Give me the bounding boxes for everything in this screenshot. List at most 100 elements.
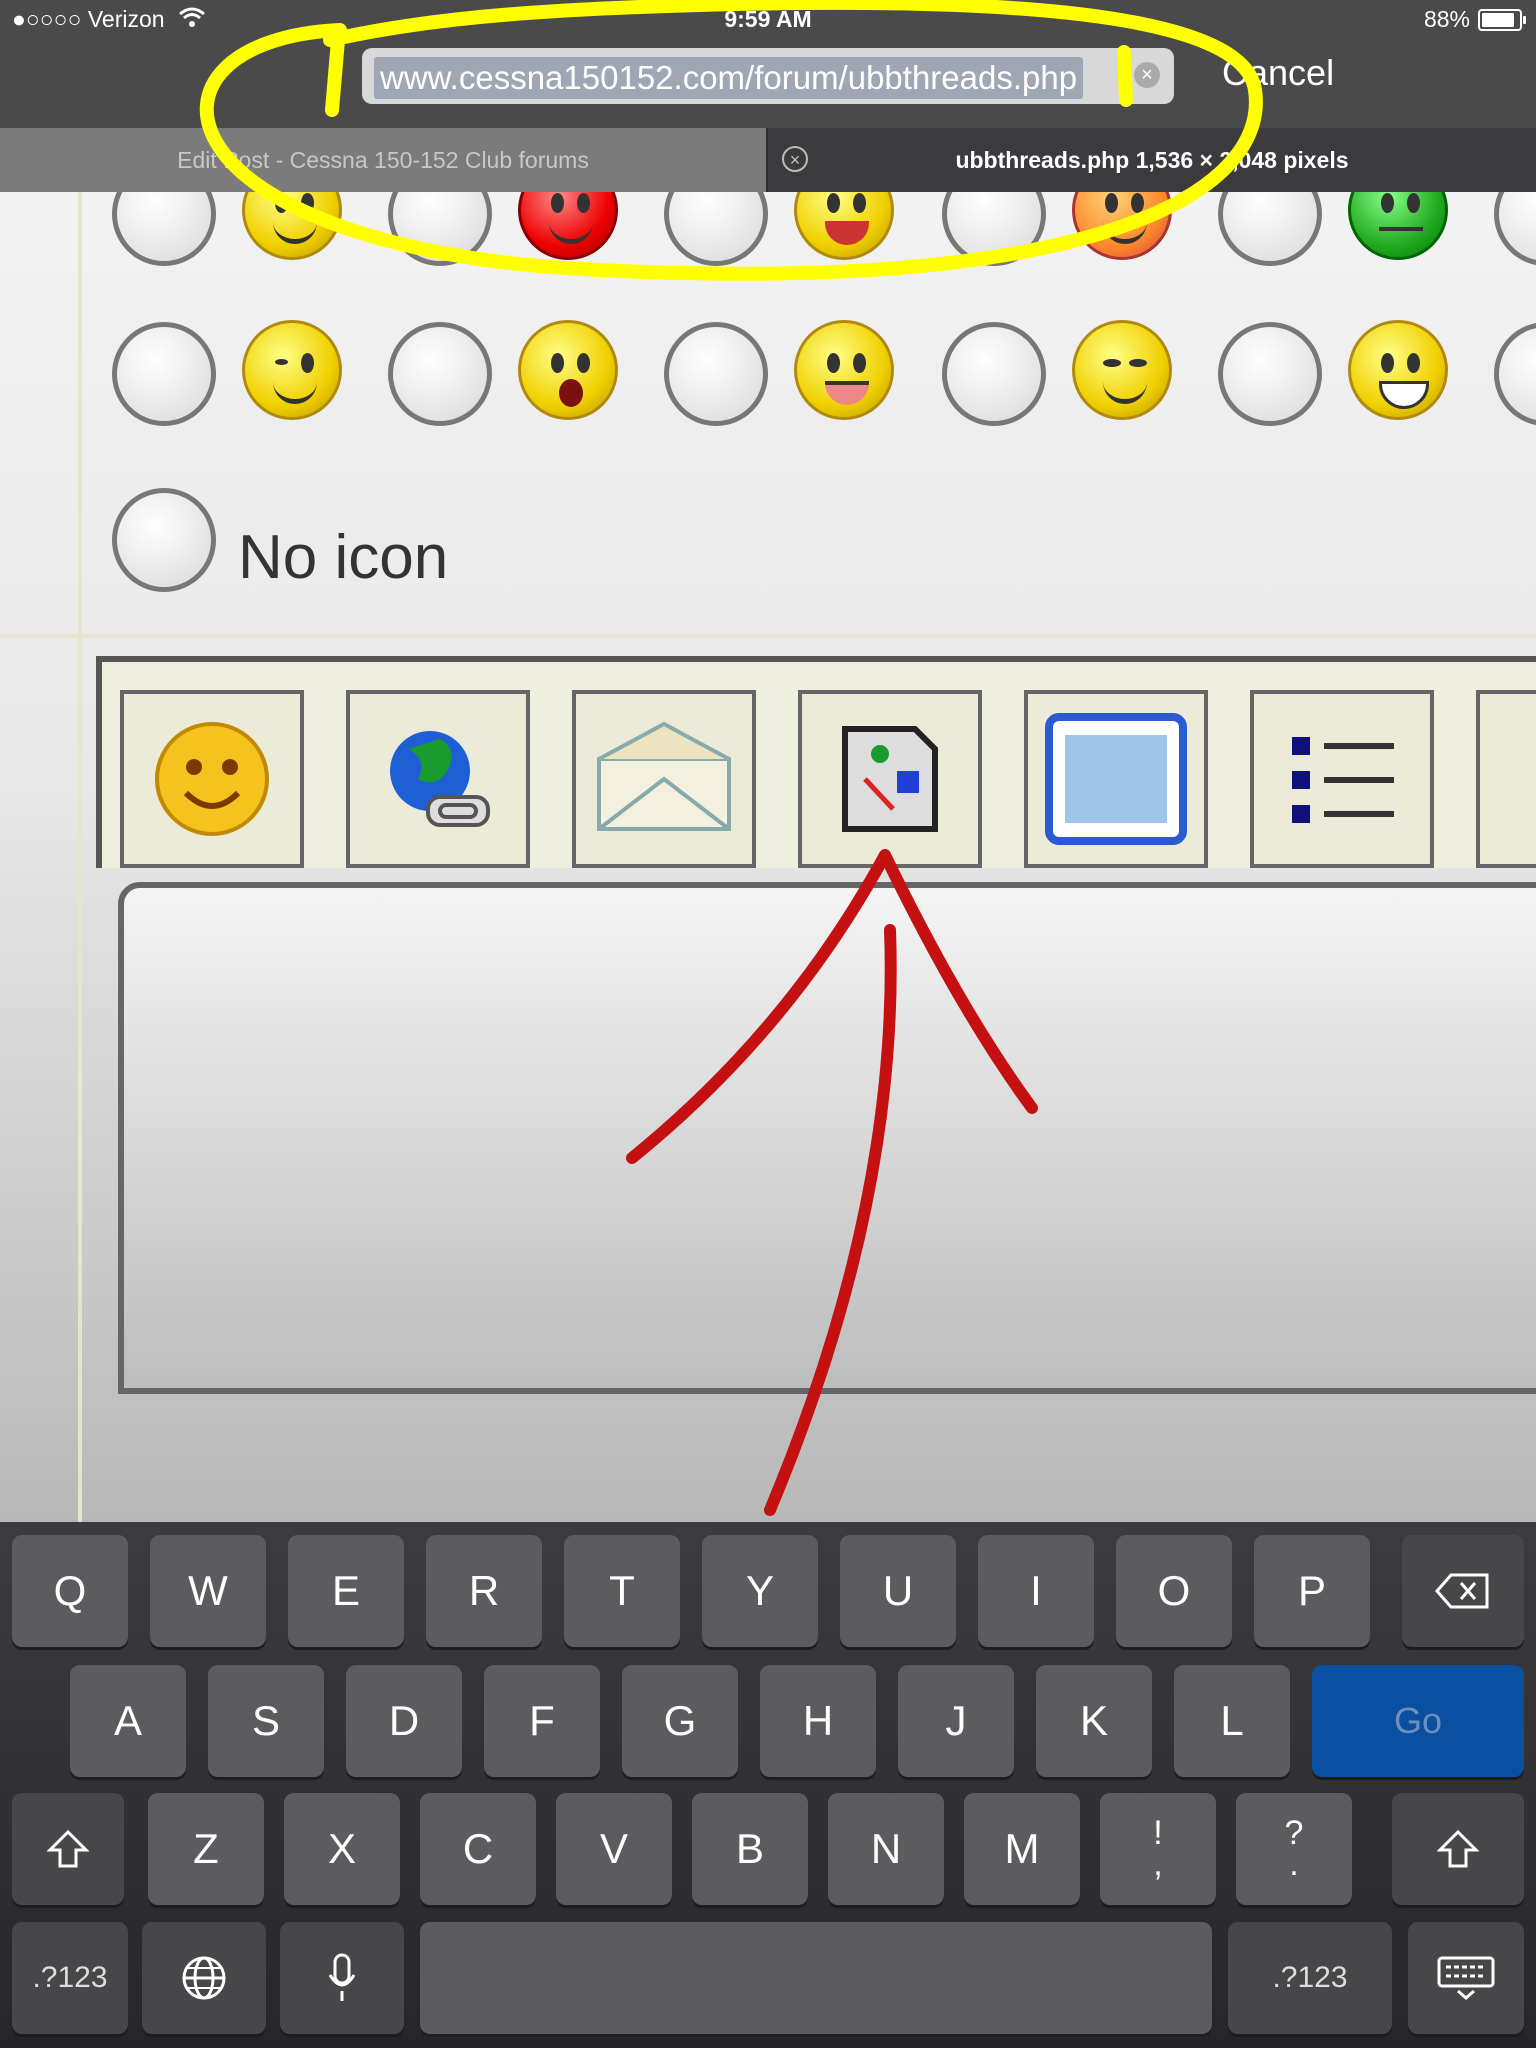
shift-key-right[interactable] <box>1392 1793 1524 1905</box>
microphone-icon <box>328 1953 356 2001</box>
key-j[interactable]: J <box>898 1665 1014 1777</box>
key-k[interactable]: K <box>1036 1665 1152 1777</box>
key-n[interactable]: N <box>828 1793 944 1905</box>
post-icon-radio[interactable] <box>112 192 216 266</box>
cool-icon <box>1072 320 1172 420</box>
shift-icon <box>47 1829 89 1868</box>
shift-key-left[interactable] <box>12 1793 124 1905</box>
sick-icon <box>1348 192 1448 260</box>
post-body-textarea[interactable] <box>118 882 1536 1394</box>
insert-email-button[interactable] <box>572 690 756 868</box>
section-divider <box>0 634 1536 638</box>
window-frame-icon <box>1045 713 1187 845</box>
insert-link-button[interactable] <box>346 690 530 868</box>
globe-icon <box>182 1956 226 2000</box>
list-icon <box>1292 737 1394 823</box>
envelope-icon <box>597 721 731 831</box>
key-e[interactable]: E <box>288 1535 404 1647</box>
blushing-icon <box>1072 192 1172 260</box>
numbers-key-left[interactable]: .?123 <box>12 1922 128 2034</box>
backspace-icon <box>1435 1573 1489 1609</box>
post-icon-radio[interactable] <box>942 192 1046 266</box>
key-q[interactable]: Q <box>12 1535 128 1647</box>
key-u[interactable]: U <box>840 1535 956 1647</box>
post-icon-radio[interactable] <box>388 192 492 266</box>
key-question-period[interactable]: ? . <box>1236 1793 1352 1905</box>
post-icon-radio[interactable] <box>1494 192 1536 266</box>
battery-percent: 88% <box>1423 6 1470 32</box>
clock: 9:59 AM <box>724 6 812 32</box>
insert-smiley-button[interactable] <box>120 690 304 868</box>
post-icon-radio[interactable] <box>1218 322 1322 426</box>
insert-image-button[interactable] <box>798 690 982 868</box>
key-r[interactable]: R <box>426 1535 542 1647</box>
key-a[interactable]: A <box>70 1665 186 1777</box>
editor-toolbar <box>96 656 1536 868</box>
key-m[interactable]: M <box>964 1793 1080 1905</box>
toolbar-button-partial[interactable] <box>1476 690 1536 868</box>
no-icon-label: No icon <box>238 523 449 592</box>
tab-ubbthreads[interactable]: × ubbthreads.php 1,536 × 2,048 pixels <box>768 128 1536 192</box>
grin-icon <box>1348 320 1448 420</box>
image-icon <box>842 726 938 832</box>
key-b[interactable]: B <box>692 1793 808 1905</box>
key-s[interactable]: S <box>208 1665 324 1777</box>
globe-link-icon <box>390 731 490 827</box>
onscreen-keyboard: Go .?123 .?123 QWERTYUIOP ASDFGHJKL ZXCVBN… <box>0 1522 1536 2048</box>
insert-frame-button[interactable] <box>1024 690 1208 868</box>
key-exclamation-comma[interactable]: ! , <box>1100 1793 1216 1905</box>
key-t[interactable]: T <box>564 1535 680 1647</box>
url-text[interactable]: www.cessna150152.com/forum/ubbthreads.ph… <box>374 57 1084 99</box>
key-d[interactable]: D <box>346 1665 462 1777</box>
wink-icon <box>242 320 342 420</box>
url-input[interactable]: www.cessna150152.com/forum/ubbthreads.ph… <box>362 48 1174 104</box>
tab-bar: Edit Post - Cessna 150-152 Club forums ×… <box>0 128 1536 192</box>
cancel-button[interactable]: Cancel <box>1222 52 1334 94</box>
status-bar: ●○○○○ Verizon 9:59 AM 88% <box>0 0 1536 40</box>
tab-ubbthreads-label: ubbthreads.php 1,536 × 2,048 pixels <box>955 147 1349 173</box>
smiley-icon <box>155 722 269 836</box>
post-icon-radio[interactable] <box>1218 192 1322 266</box>
key-l[interactable]: L <box>1174 1665 1290 1777</box>
hide-keyboard-key[interactable] <box>1408 1922 1524 2034</box>
key-y[interactable]: Y <box>702 1535 818 1647</box>
battery-icon <box>1478 8 1526 31</box>
close-tab-icon[interactable]: × <box>782 146 808 172</box>
post-icon-radio[interactable] <box>664 322 768 426</box>
dictation-key[interactable] <box>280 1922 404 2034</box>
key-i[interactable]: I <box>978 1535 1094 1647</box>
key-c[interactable]: C <box>420 1793 536 1905</box>
web-page-content: No icon <box>0 192 1536 1522</box>
post-icon-radio[interactable] <box>112 322 216 426</box>
insert-list-button[interactable] <box>1250 690 1434 868</box>
space-bar[interactable] <box>420 1922 1212 2034</box>
numbers-key-right[interactable]: .?123 <box>1228 1922 1392 2034</box>
post-icon-radio[interactable] <box>664 192 768 266</box>
angry-icon <box>518 192 618 260</box>
shift-icon <box>1437 1829 1479 1868</box>
post-icon-radio[interactable] <box>388 322 492 426</box>
go-key[interactable]: Go <box>1312 1665 1524 1777</box>
tab-edit-post[interactable]: Edit Post - Cessna 150-152 Club forums <box>0 128 766 192</box>
key-p[interactable]: P <box>1254 1535 1370 1647</box>
crying-icon <box>518 320 618 420</box>
key-z[interactable]: Z <box>148 1793 264 1905</box>
battery-indicator: 88% <box>1423 6 1526 33</box>
clear-icon[interactable]: × <box>1134 62 1160 88</box>
post-icon-radio[interactable] <box>1494 322 1536 426</box>
key-v[interactable]: V <box>556 1793 672 1905</box>
key-g[interactable]: G <box>622 1665 738 1777</box>
key-h[interactable]: H <box>760 1665 876 1777</box>
backspace-key[interactable] <box>1402 1535 1524 1647</box>
key-x[interactable]: X <box>284 1793 400 1905</box>
key-f[interactable]: F <box>484 1665 600 1777</box>
post-icon-radio[interactable] <box>942 322 1046 426</box>
tongue-icon <box>794 320 894 420</box>
hide-keyboard-icon <box>1437 1956 1495 2000</box>
no-icon-radio[interactable] <box>112 488 216 592</box>
key-o[interactable]: O <box>1116 1535 1232 1647</box>
smiley-icon <box>242 192 342 260</box>
globe-key[interactable] <box>142 1922 266 2034</box>
laughing-icon <box>794 192 894 260</box>
key-w[interactable]: W <box>150 1535 266 1647</box>
